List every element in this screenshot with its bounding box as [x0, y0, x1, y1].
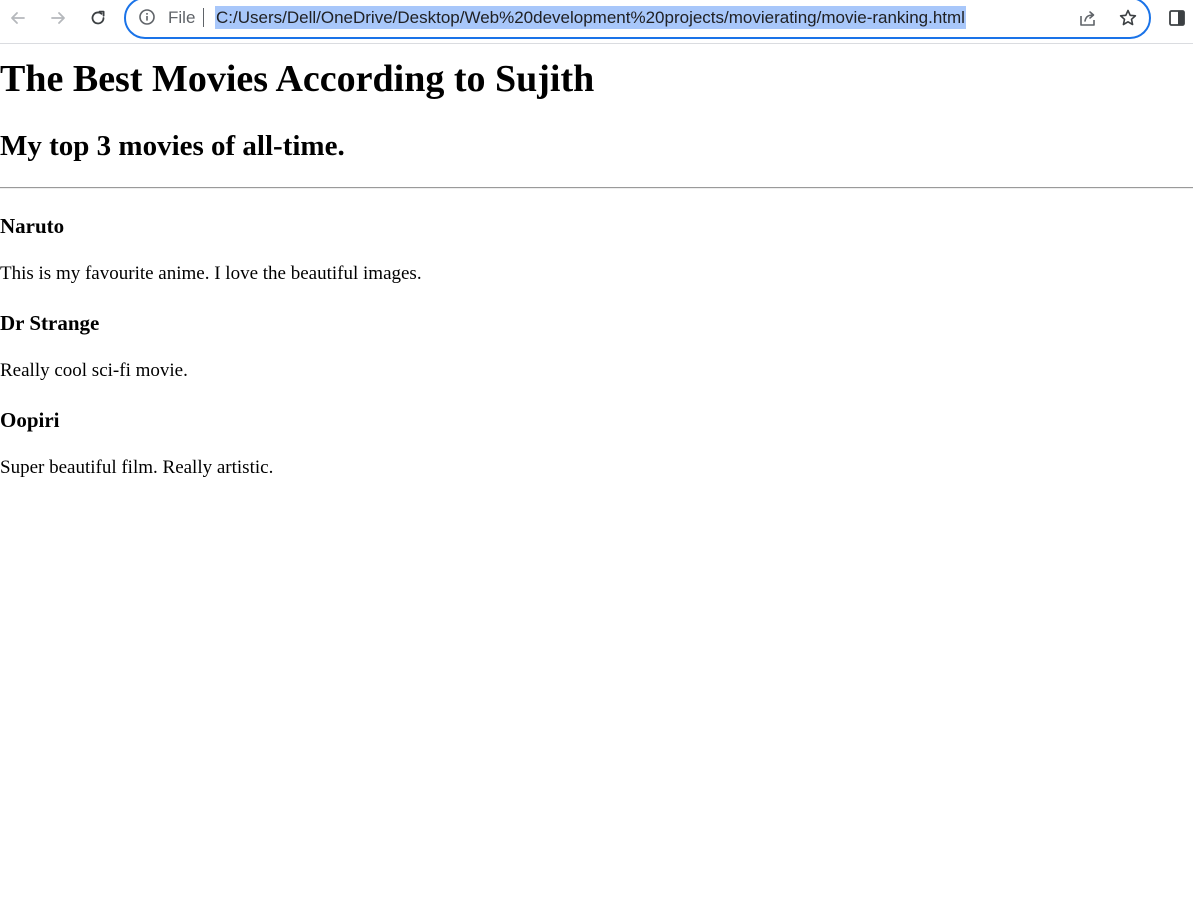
share-button[interactable]	[1075, 5, 1101, 31]
movie-title-dr-strange: Dr Strange	[0, 311, 100, 335]
horizontal-rule	[0, 187, 1193, 189]
bookmark-button[interactable]	[1115, 5, 1141, 31]
reload-button[interactable]	[84, 4, 112, 32]
address-bar[interactable]: File C:/Users/Dell/OneDrive/Desktop/Web%…	[124, 0, 1151, 39]
side-panel-button[interactable]	[1163, 4, 1191, 32]
reload-icon	[91, 10, 105, 25]
page-title: The Best Movies According to Sujith	[0, 58, 595, 100]
movie-description-oopiri: Super beautiful film. Really artistic.	[0, 457, 274, 478]
movie-description-naruto: This is my favourite anime. I love the b…	[0, 263, 422, 284]
scheme-separator	[203, 8, 204, 27]
movie-description-dr-strange: Really cool sci-fi movie.	[0, 360, 188, 381]
movie-title-oopiri: Oopiri	[0, 408, 60, 432]
back-button[interactable]	[4, 4, 32, 32]
browser-toolbar: File C:/Users/Dell/OneDrive/Desktop/Web%…	[0, 0, 1193, 44]
side-panel-icon	[1169, 10, 1185, 26]
info-icon[interactable]	[138, 8, 156, 26]
star-icon	[1119, 9, 1137, 26]
movie-title-naruto: Naruto	[0, 214, 65, 238]
scheme-label: File	[168, 8, 196, 27]
forward-button[interactable]	[44, 4, 72, 32]
share-icon	[1080, 11, 1095, 26]
page-subtitle: My top 3 movies of all-time.	[0, 130, 345, 162]
arrow-left-icon	[11, 12, 25, 24]
url-text[interactable]: C:/Users/Dell/OneDrive/Desktop/Web%20dev…	[215, 6, 966, 29]
arrow-right-icon	[51, 12, 65, 24]
